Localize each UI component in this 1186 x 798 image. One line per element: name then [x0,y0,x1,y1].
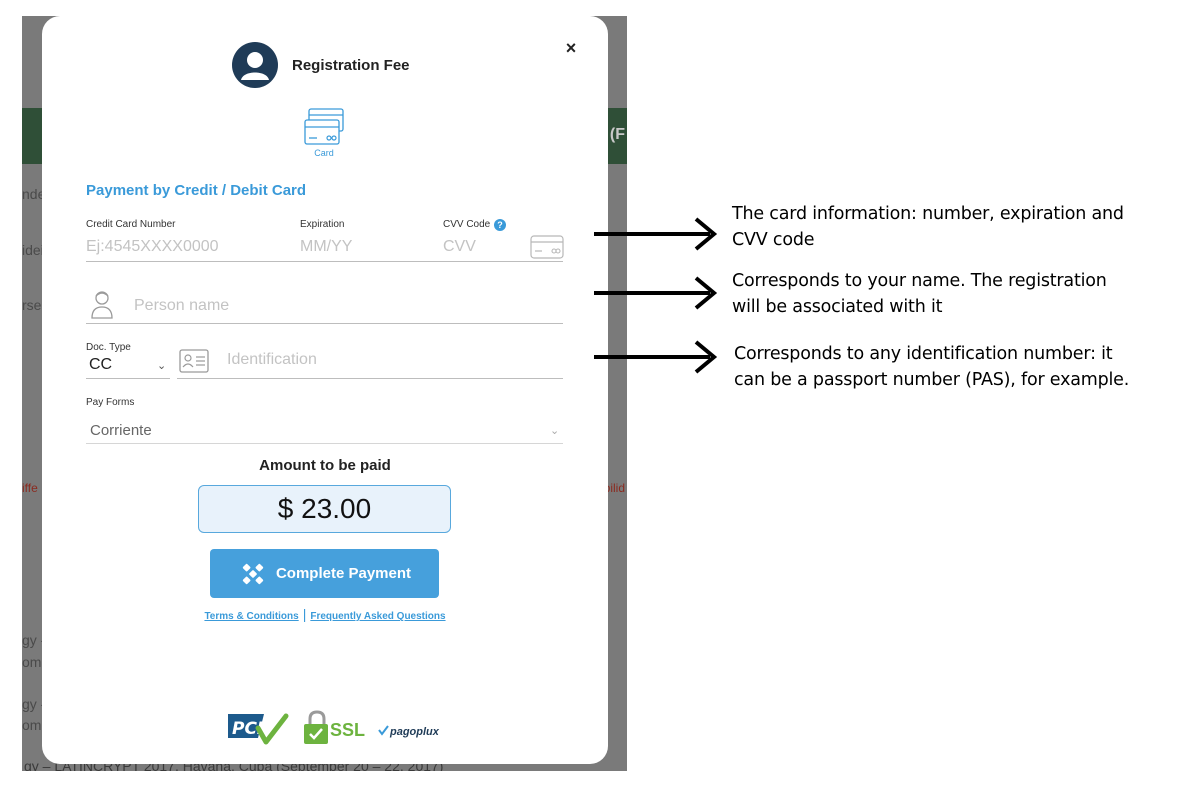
modal-title: Registration Fee [292,57,410,74]
arrow-right-icon [594,276,718,310]
annotation-line: will be associated with it [732,297,943,317]
complete-payment-button[interactable]: Complete Payment [210,549,439,598]
security-badges: PCI SSL pagoplux [228,710,440,745]
annotation-line: CVV code [732,230,815,250]
terms-link[interactable]: Terms & Conditions [204,611,298,622]
pay-forms-select[interactable]: Corriente [90,422,152,439]
payment-method-card[interactable]: Card [299,108,349,158]
expiration-input[interactable]: MM/YY [300,238,352,256]
background-fragment: om [22,654,42,670]
chevron-down-icon[interactable]: ⌄ [550,424,559,437]
amount-label: Amount to be paid [259,457,391,474]
payment-method-label: Card [314,148,334,158]
user-avatar-icon [232,42,278,88]
section-title: Payment by Credit / Debit Card [86,182,307,199]
amount-value: $ 23.00 [198,485,451,533]
annotation-person-name: Corresponds to your name. The registrati… [732,268,1107,320]
card-number-label: Credit Card Number [86,219,176,230]
id-card-icon [179,349,209,373]
card-row-underline [86,261,563,262]
annotation-line: Corresponds to your name. The registrati… [732,271,1107,291]
pay-forms-underline [86,443,563,444]
help-icon[interactable]: ? [494,219,506,231]
credit-card-icon [304,108,344,145]
pci-badge-icon: PCI [228,713,289,745]
chevron-down-icon[interactable]: ⌄ [157,359,166,372]
complete-payment-label: Complete Payment [275,565,412,582]
pay-forms-label: Pay Forms [86,397,135,408]
arrow-right-icon [594,217,718,251]
doc-type-label: Doc. Type [86,342,131,353]
background-fragment: iffe [22,481,38,495]
annotation-card-info: The card information: number, expiration… [732,201,1124,253]
pagoplux-badge-icon: pagoplux [378,725,440,738]
background-fragment: om [22,717,42,733]
close-button[interactable]: × [562,38,580,59]
person-icon [91,291,113,319]
background-fragment: rse [22,297,42,313]
link-separator: | [302,606,307,622]
annotation-identification: Corresponds to any identification number… [734,341,1129,393]
identification-input[interactable]: Identification [227,351,317,369]
doc-type-underline [86,378,170,379]
background-fragment: idei [22,242,44,258]
card-number-input[interactable]: Ej:4545XXXX0000 [86,238,219,256]
cvv-label: CVV Code [443,219,491,230]
svg-text:SSL: SSL [330,720,365,740]
pagoplux-logo-icon [242,563,264,584]
svg-text:pagoplux: pagoplux [389,726,440,738]
expiration-label: Expiration [300,219,345,230]
arrow-right-icon [594,340,718,374]
person-name-input[interactable]: Person name [134,297,229,315]
doc-type-select[interactable]: CC [89,356,112,374]
faq-link[interactable]: Frequently Asked Questions [310,611,445,622]
annotation-line: can be a passport number (PAS), for exam… [734,370,1130,390]
annotation-line: Corresponds to any identification number… [734,344,1113,364]
footer-links: Terms & Conditions | Frequently Asked Ques… [42,606,608,622]
background-band-text: (F [609,126,625,143]
ssl-badge-icon: SSL [304,710,365,744]
annotation-line: The card information: number, expiration… [732,204,1124,224]
identification-underline [177,378,563,379]
cvv-input[interactable]: CVV [443,238,476,256]
person-name-underline [86,323,563,324]
payment-modal: × Registration Fee Card Payment by Credi… [42,16,608,764]
card-back-icon [530,235,564,259]
